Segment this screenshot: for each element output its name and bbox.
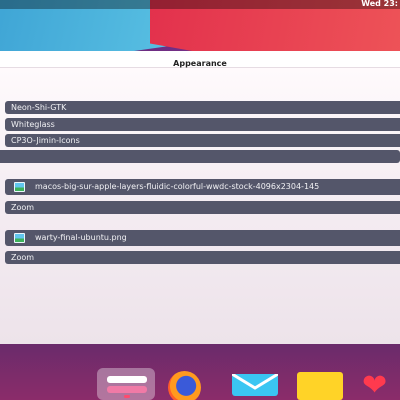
background-file-chooser[interactable]: macos-big-sur-apple-layers-fluidic-color… xyxy=(5,179,400,195)
mail-envelope-flap xyxy=(231,372,279,390)
settings-icon-bar-bottom xyxy=(107,386,147,393)
extra-field[interactable] xyxy=(0,150,400,163)
firefox-icon[interactable] xyxy=(168,371,201,400)
background-file-name: macos-big-sur-apple-layers-fluidic-color… xyxy=(35,182,320,191)
background-mode-dropdown[interactable]: Zoom xyxy=(5,201,400,214)
image-file-icon xyxy=(14,233,25,243)
favorites-icon[interactable]: ❤ xyxy=(362,371,400,400)
clock[interactable]: Wed 23: xyxy=(361,0,398,8)
background-mode-value: Zoom xyxy=(11,203,35,212)
top-bar: Wed 23: xyxy=(0,0,400,9)
running-indicator xyxy=(124,395,130,398)
mail-icon[interactable] xyxy=(231,372,279,396)
icon-theme-value: CP3O-Jimin-Icons xyxy=(11,136,80,145)
cursor-theme-value: Whiteglass xyxy=(11,120,55,129)
image-file-icon xyxy=(14,182,25,192)
lockscreen-mode-dropdown[interactable]: Zoom xyxy=(5,251,400,264)
cursor-theme-dropdown[interactable]: Whiteglass xyxy=(5,118,400,131)
settings-icon-bar-top xyxy=(107,376,147,383)
lockscreen-file-name: warty-final-ubuntu.png xyxy=(35,233,127,242)
lockscreen-file-chooser[interactable]: warty-final-ubuntu.png xyxy=(5,230,400,246)
icon-theme-dropdown[interactable]: CP3O-Jimin-Icons xyxy=(5,134,400,147)
lockscreen-mode-value: Zoom xyxy=(11,253,35,262)
settings-icon[interactable] xyxy=(107,376,147,394)
gtk-theme-value: Neon-Shi-GTK xyxy=(11,103,67,112)
appearance-window: Appearance Neon-Shi-GTK Whiteglass CP3O-… xyxy=(0,51,400,344)
gtk-theme-dropdown[interactable]: Neon-Shi-GTK xyxy=(5,101,400,114)
appearance-content: Neon-Shi-GTK Whiteglass CP3O-Jimin-Icons… xyxy=(0,68,400,344)
window-titlebar[interactable]: Appearance xyxy=(0,51,400,68)
files-icon[interactable] xyxy=(297,372,343,400)
window-title: Appearance xyxy=(173,59,227,68)
